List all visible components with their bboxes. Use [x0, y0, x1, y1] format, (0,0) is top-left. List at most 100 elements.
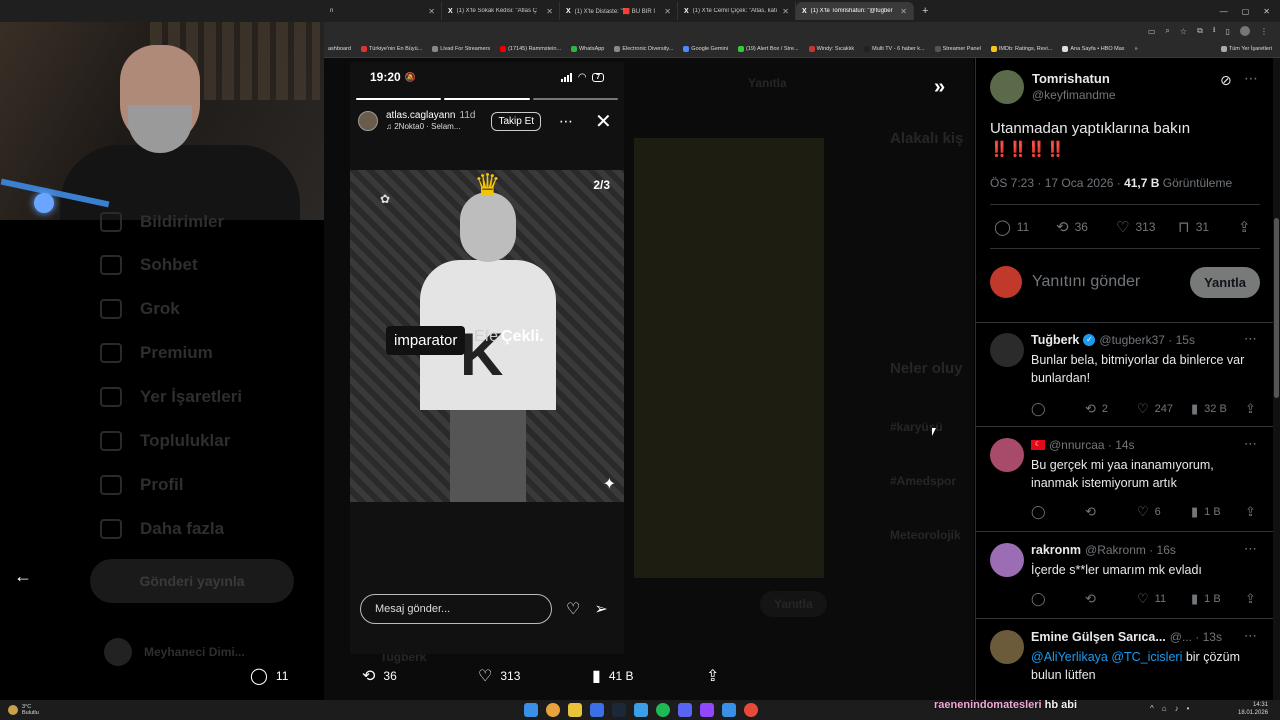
spotify-icon[interactable]: [656, 703, 670, 717]
browser-tab[interactable]: X (1) X'te Distaste: "🟥 BU BİR İ ✕: [560, 2, 678, 20]
sidebar-item-profile[interactable]: Profil: [100, 475, 183, 495]
more-icon[interactable]: ⋯: [1244, 70, 1258, 87]
bookmark[interactable]: Ana Sayfa • HBO Max: [1062, 45, 1125, 52]
panel-scrollbar[interactable]: [1273, 58, 1280, 700]
repost-count[interactable]: ⟲: [1085, 504, 1096, 520]
twitch-icon[interactable]: [700, 703, 714, 717]
like-action[interactable]: ♡ 313: [478, 666, 520, 686]
bookmark[interactable]: Google Gemini: [683, 45, 728, 52]
bookmark[interactable]: Electronic Diversity...: [614, 45, 673, 52]
account-switcher[interactable]: Meyhaneci Dimi...: [104, 638, 245, 666]
browser-tab[interactable]: n ✕: [324, 2, 442, 20]
expand-panel-icon[interactable]: »: [934, 76, 945, 99]
more-icon[interactable]: ⋯: [1244, 436, 1257, 452]
back-arrow-icon[interactable]: ←: [14, 566, 32, 587]
mention-link[interactable]: @TC_icisleri: [1111, 650, 1182, 664]
sidebar-item-premium[interactable]: Premium: [100, 343, 213, 363]
share-action[interactable]: ⇪: [706, 666, 719, 686]
sidebar-item-communities[interactable]: Topluluklar: [100, 431, 230, 451]
bookmark[interactable]: (19) Alert Box / Stre...: [737, 45, 799, 52]
like-count[interactable]: ♡ 247: [1137, 401, 1173, 417]
reply-item[interactable]: rakronm @Rakronm · 16s ⋯ İçerde s**ler um…: [976, 533, 1273, 619]
post-author-handle[interactable]: @keyfimandme: [1032, 88, 1116, 103]
repost-count[interactable]: ⟲: [1085, 591, 1096, 607]
bookmark[interactable]: WhatsApp: [570, 45, 604, 52]
avatar[interactable]: [990, 70, 1024, 104]
extensions-icon[interactable]: ⧉: [1197, 26, 1203, 36]
mic-icon[interactable]: •: [1187, 704, 1190, 713]
bookmark[interactable]: IMDb: Ratings, Revi...: [990, 45, 1052, 52]
close-icon[interactable]: ✕: [900, 7, 907, 16]
share-button[interactable]: ⇪: [1245, 591, 1256, 607]
taskbar-clock[interactable]: 14:31 18.01.2026: [1238, 702, 1268, 718]
avatar[interactable]: [358, 111, 378, 131]
sidebar-item-bookmarks[interactable]: Yer İşaretleri: [100, 387, 242, 407]
views-count[interactable]: ▮ 1 B: [1191, 504, 1221, 520]
repost-action[interactable]: ⟲ 36: [362, 666, 397, 686]
reply-action[interactable]: ◯ 11: [250, 666, 288, 686]
like-count[interactable]: ♡ 11: [1137, 591, 1166, 607]
reply-count[interactable]: ◯: [1031, 401, 1046, 417]
message-input[interactable]: [360, 594, 552, 624]
follow-button[interactable]: Takip Et: [491, 111, 542, 131]
post-author-name[interactable]: Tomrishatun: [1032, 71, 1116, 87]
folder-icon[interactable]: [568, 703, 582, 717]
bookmark[interactable]: Livad For Streamers: [432, 45, 490, 52]
mention-link[interactable]: @AliYerlikaya: [1031, 650, 1108, 664]
sidepanel-icon[interactable]: ▯: [1226, 27, 1230, 36]
bookmark-count[interactable]: ⊓ 31: [1178, 218, 1209, 236]
more-icon[interactable]: ⋯: [1244, 541, 1257, 557]
post-button[interactable]: Gönderi yayınla: [90, 559, 294, 603]
obs-icon[interactable]: [744, 703, 758, 717]
heart-icon[interactable]: ♡: [566, 599, 580, 619]
more-bookmarks-icon[interactable]: »: [1135, 46, 1138, 52]
windows-start-icon[interactable]: [524, 703, 538, 717]
bookmark[interactable]: Multi TV - 6 haber k...: [864, 45, 925, 52]
sidebar-item-chat[interactable]: Sohbet: [100, 255, 198, 275]
reply-count[interactable]: ◯: [1031, 504, 1046, 520]
close-icon[interactable]: ✕: [546, 7, 553, 16]
like-count[interactable]: ♡ 313: [1116, 218, 1155, 236]
app-icon[interactable]: [634, 703, 648, 717]
reply-button[interactable]: Yanıtla: [1190, 266, 1260, 298]
star-icon[interactable]: ☆: [1180, 27, 1187, 36]
share-button[interactable]: ⇪: [1238, 218, 1251, 236]
chrome-icon[interactable]: [546, 703, 560, 717]
cast-icon[interactable]: ▭: [1148, 27, 1156, 36]
volume-icon[interactable]: ♪: [1175, 704, 1179, 713]
reply-input[interactable]: [1032, 273, 1182, 291]
reply-count[interactable]: ◯ 11: [994, 218, 1029, 236]
profile-avatar[interactable]: [1240, 26, 1250, 36]
menu-icon[interactable]: ⋮: [1260, 27, 1268, 36]
browser-tab-active[interactable]: X (1) X'te Tomrishatun: "@tugber ✕: [796, 2, 914, 20]
more-icon[interactable]: ⋯: [1244, 331, 1257, 347]
sidebar-item-more[interactable]: Daha fazla: [100, 519, 224, 539]
sidebar-item-notifications[interactable]: Bildirimler: [100, 212, 224, 232]
send-icon[interactable]: ➢: [594, 599, 607, 619]
reply-item[interactable]: Tuğberk ✓ @tugberk37 · 15s ⋯ Bunlar bela, …: [976, 323, 1273, 427]
close-icon[interactable]: ✕: [428, 7, 435, 16]
discord-icon[interactable]: [678, 703, 692, 717]
views-count[interactable]: ▮ 32 B: [1191, 401, 1227, 417]
bookmark[interactable]: Türkiye'nin En Büyü...: [360, 45, 422, 52]
bookmark[interactable]: ashboard: [328, 46, 351, 52]
story-username[interactable]: atlas.caglayann: [386, 110, 456, 121]
more-icon[interactable]: ⋯: [1244, 628, 1257, 644]
like-count[interactable]: ♡ 6: [1137, 504, 1161, 520]
bookmark[interactable]: Streamer Panel: [934, 45, 981, 52]
app-icon[interactable]: [722, 703, 736, 717]
repost-count[interactable]: ⟲ 2: [1085, 401, 1108, 417]
repost-count[interactable]: ⟲ 36: [1056, 218, 1088, 236]
new-tab-button[interactable]: +: [914, 5, 936, 17]
bookmark[interactable]: (17145) Rammstein...: [500, 45, 561, 52]
scrollbar-thumb[interactable]: [1274, 218, 1279, 398]
avatar[interactable]: [990, 333, 1024, 367]
views-count[interactable]: ▮ 1 B: [1191, 591, 1221, 607]
more-icon[interactable]: ⋯: [559, 113, 573, 130]
maximize-icon[interactable]: ▢: [1242, 7, 1250, 16]
sidebar-item-grok[interactable]: Grok: [100, 299, 180, 319]
network-icon[interactable]: ⌂: [1162, 704, 1167, 713]
bookmarks-folder[interactable]: Tüm Yer İşaretleri: [1220, 45, 1280, 52]
chevron-up-icon[interactable]: ^: [1150, 704, 1154, 713]
grok-icon[interactable]: ⊘: [1220, 72, 1232, 89]
